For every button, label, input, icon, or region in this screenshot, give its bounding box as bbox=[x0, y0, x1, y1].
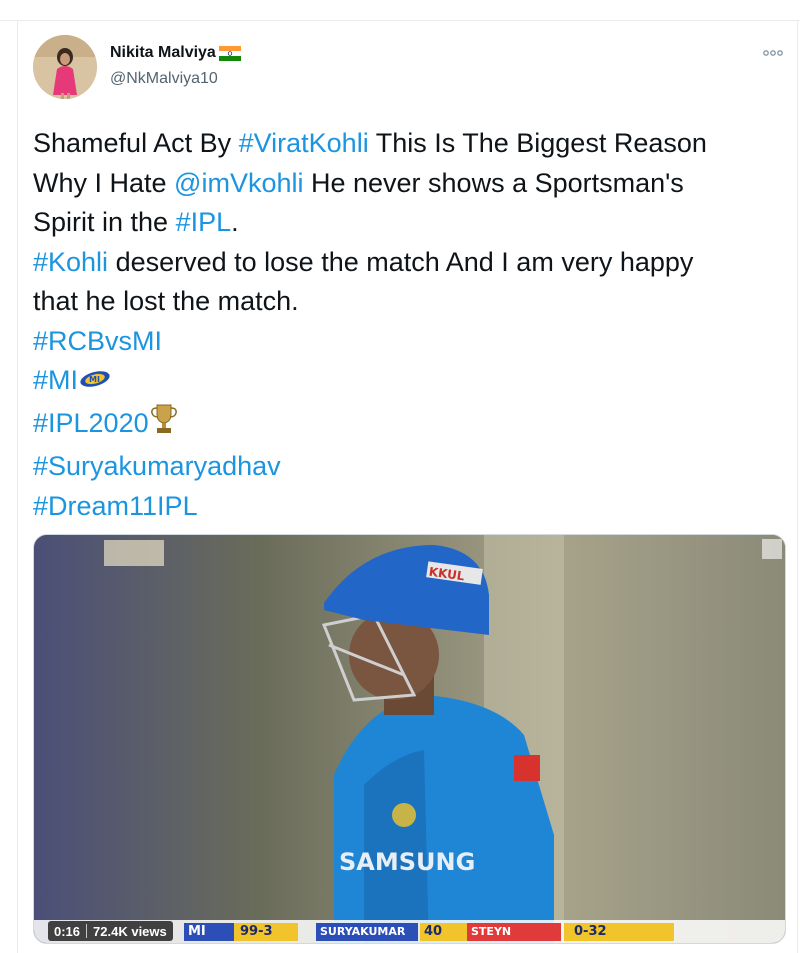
author-name-row[interactable]: Nikita Malviya bbox=[110, 44, 241, 62]
hashtag-link[interactable]: #Dream11IPL bbox=[33, 491, 198, 521]
batsman-name: SURYAKUMAR bbox=[316, 923, 418, 941]
tweet-line: #RCBvsMI bbox=[33, 322, 788, 362]
mention-link[interactable]: @imVkohli bbox=[174, 168, 303, 198]
tweet-line: #Kohli deserved to lose the match And I … bbox=[33, 246, 694, 277]
hashtag-link[interactable]: #Suryakumaryadhav bbox=[33, 451, 281, 481]
jersey-text: SAMSUNG bbox=[339, 848, 475, 876]
avatar[interactable] bbox=[33, 35, 97, 99]
video-views: 72.4K views bbox=[93, 923, 167, 939]
tweet-line: Spirit in the #IPL. bbox=[33, 207, 239, 237]
tweet-line: #MI MI bbox=[33, 361, 788, 402]
tweet-line: Why I Hate @imVkohli He never shows a Sp… bbox=[33, 167, 684, 198]
tweet-line: Shameful Act By #ViratKohli This Is The … bbox=[33, 128, 707, 158]
more-horizontal-icon[interactable] bbox=[760, 45, 786, 61]
tweet-line: #IPL2020 bbox=[33, 402, 788, 448]
hashtag-link[interactable]: #IPL bbox=[176, 207, 232, 237]
tweet-line: #Suryakumaryadhav bbox=[33, 447, 788, 487]
top-divider bbox=[0, 20, 800, 21]
channel-logo-icon bbox=[104, 540, 164, 566]
author-handle[interactable]: @NkMalviya10 bbox=[110, 70, 218, 88]
mi-logo-emoji-icon: MI bbox=[78, 362, 112, 402]
corner-logo-icon bbox=[762, 539, 782, 559]
hashtag-link[interactable]: #IPL2020 bbox=[33, 408, 149, 438]
batsman-runs: 40 bbox=[420, 923, 468, 941]
hashtag-link[interactable]: #RCBvsMI bbox=[33, 326, 162, 356]
avatar-image bbox=[33, 35, 97, 99]
video-info-badge: 0:16 72.4K views bbox=[48, 921, 173, 941]
scoreboard: MI 99-3 SURYAKUMAR 40 STEYN 0-32 bbox=[184, 923, 784, 943]
india-flag-icon bbox=[218, 45, 241, 61]
hashtag-link[interactable]: #MI bbox=[33, 365, 78, 395]
tweet-text: Shameful Act By #ViratKohli This Is The … bbox=[33, 124, 788, 526]
video-frame: SAMSUNG KKUL bbox=[34, 535, 785, 943]
video-duration: 0:16 bbox=[54, 923, 81, 939]
hashtag-link[interactable]: #Kohli bbox=[33, 247, 108, 277]
trophy-icon bbox=[149, 402, 179, 448]
bowler-figures: 0-32 bbox=[564, 923, 674, 941]
team-score: 99-3 bbox=[234, 923, 298, 941]
tweet-line: that he lost the match. bbox=[33, 286, 299, 316]
batting-team: MI bbox=[184, 923, 234, 941]
right-border bbox=[797, 20, 798, 953]
video-player[interactable]: SAMSUNG KKUL 0:16 72.4K views MI 99-3 SU… bbox=[33, 534, 786, 944]
display-name[interactable]: Nikita Malviya bbox=[110, 44, 216, 62]
svg-text:MI: MI bbox=[89, 375, 100, 384]
hashtag-link[interactable]: #ViratKohli bbox=[239, 128, 369, 158]
left-border bbox=[17, 20, 18, 953]
tweet-line: #Dream11IPL bbox=[33, 487, 788, 527]
bowler-name: STEYN bbox=[467, 923, 561, 941]
